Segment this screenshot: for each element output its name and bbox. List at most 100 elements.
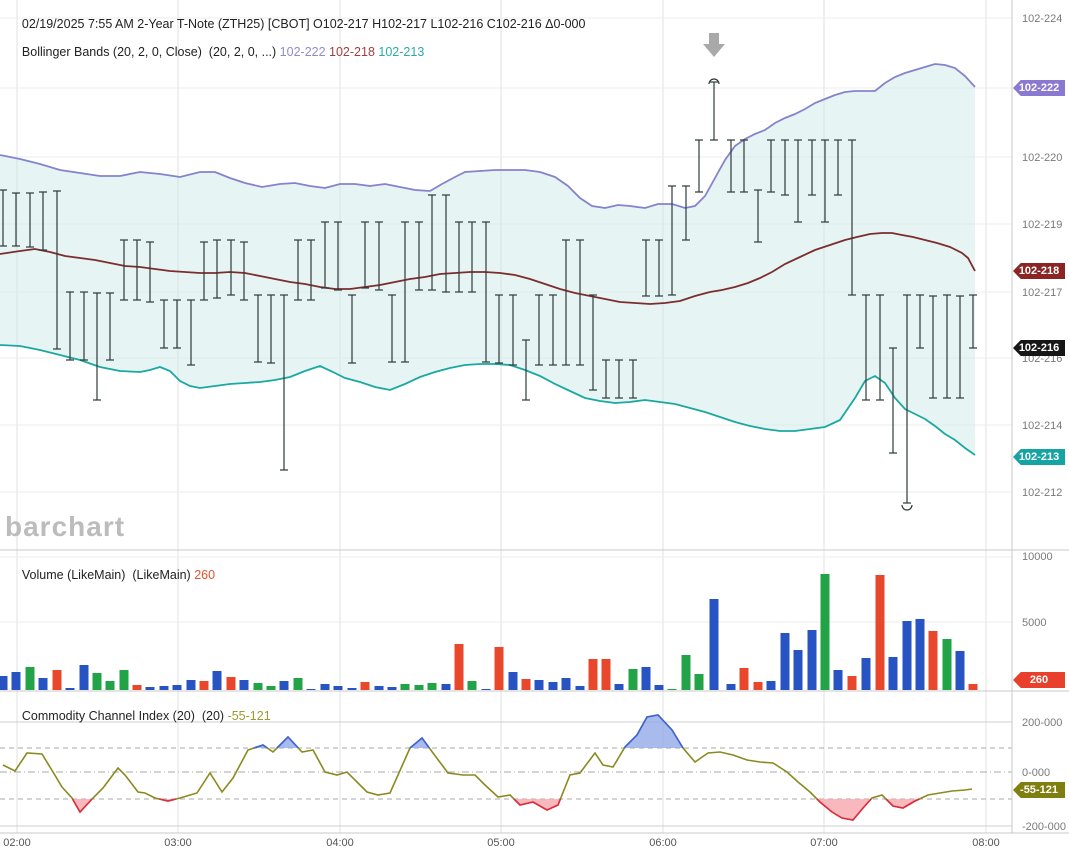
volume-bar xyxy=(655,685,664,690)
volume-label: Volume (LikeMain) (LikeMain) xyxy=(22,568,194,582)
volume-bar xyxy=(727,684,736,690)
volume-bar xyxy=(576,686,585,690)
volume-bar xyxy=(943,639,952,690)
volume-bar xyxy=(615,684,624,690)
bb-middle-value: 102-218 xyxy=(329,45,375,59)
time-axis-label: 06:00 xyxy=(649,837,677,849)
chart-title: 02/19/2025 7:55 AM 2-Year T-Note (ZTH25)… xyxy=(8,3,585,73)
volume-bar xyxy=(93,673,102,690)
volume-bar xyxy=(200,681,209,690)
volume-bar xyxy=(348,688,357,690)
volume-bar xyxy=(120,670,129,690)
right-axis-label: 10000 xyxy=(1022,551,1053,563)
volume-bar xyxy=(767,681,776,690)
volume-bar xyxy=(589,659,598,690)
volume-bar xyxy=(307,689,316,690)
right-axis-label: -200-000 xyxy=(1022,821,1066,833)
volume-bar xyxy=(862,658,871,690)
cci-label: Commodity Channel Index (20) (20) xyxy=(22,709,228,723)
volume-bar xyxy=(562,678,571,690)
indicator-label: Bollinger Bands (20, 2, 0, Close) (20, 2… xyxy=(22,45,280,59)
cci-zone-fill xyxy=(817,799,871,820)
volume-bar xyxy=(227,677,236,690)
cci-zone-fill xyxy=(277,737,298,748)
time-axis-label: 07:00 xyxy=(810,837,838,849)
volume-bar xyxy=(213,671,222,690)
volume-bar xyxy=(187,680,196,690)
bollinger-fill xyxy=(0,64,975,455)
volume-bar xyxy=(401,684,410,690)
time-axis-label: 03:00 xyxy=(164,837,192,849)
volume-bar xyxy=(388,687,397,690)
volume-bar xyxy=(929,631,938,690)
volume-bar xyxy=(889,657,898,690)
volume-bar xyxy=(146,687,155,690)
volume-bar xyxy=(535,680,544,690)
volume-bar xyxy=(267,686,276,690)
right-axis-label: 102-224 xyxy=(1022,13,1062,25)
volume-bar xyxy=(695,674,704,690)
volume-bar xyxy=(509,672,518,690)
price-badge: 102-222 xyxy=(1013,80,1065,96)
volume-bar xyxy=(26,667,35,690)
volume-bar xyxy=(495,647,504,690)
volume-value: 260 xyxy=(194,568,215,582)
volume-bar xyxy=(794,650,803,690)
volume-bar xyxy=(321,684,330,690)
volume-bar xyxy=(781,633,790,690)
volume-bar xyxy=(821,574,830,690)
volume-bar xyxy=(682,655,691,690)
volume-bar xyxy=(66,688,75,690)
price-badge: 260 xyxy=(1013,672,1065,688)
volume-bar xyxy=(629,669,638,690)
volume-panel-title: Volume (LikeMain) (LikeMain) 260 xyxy=(8,554,215,596)
volume-bar xyxy=(602,659,611,690)
down-arrow-icon[interactable] xyxy=(703,33,725,57)
volume-bar xyxy=(848,676,857,690)
right-axis-label: 200-000 xyxy=(1022,717,1062,729)
volume-bar xyxy=(876,575,885,690)
cci-value: -55-121 xyxy=(228,709,271,723)
volume-bar xyxy=(455,644,464,690)
barchart-logo: barchart xyxy=(5,511,125,543)
volume-bar xyxy=(133,685,142,690)
volume-bar xyxy=(903,621,912,690)
volume-bar xyxy=(12,672,21,690)
right-axis-label: 5000 xyxy=(1022,617,1046,629)
price-badge: 102-213 xyxy=(1013,449,1065,465)
cci-zone-fill xyxy=(624,715,683,748)
volume-bar xyxy=(280,681,289,690)
price-badge: 102-216 xyxy=(1013,340,1065,356)
volume-bar xyxy=(468,681,477,690)
volume-bar xyxy=(668,689,677,690)
volume-bar xyxy=(956,651,965,690)
volume-bar xyxy=(808,630,817,690)
volume-bar xyxy=(642,667,651,690)
price-badge: -55-121 xyxy=(1013,782,1065,798)
volume-bar xyxy=(834,670,843,690)
time-axis-label: 08:00 xyxy=(972,837,1000,849)
volume-bar xyxy=(375,686,384,690)
volume-bar xyxy=(39,678,48,690)
volume-bar xyxy=(254,683,263,690)
right-axis-label: 0-000 xyxy=(1022,767,1050,779)
volume-bar xyxy=(361,682,370,690)
cci-panel-title: Commodity Channel Index (20) (20) -55-12… xyxy=(8,695,271,737)
right-axis-label: 102-212 xyxy=(1022,487,1062,499)
bb-lower-value: 102-213 xyxy=(378,45,424,59)
volume-bar xyxy=(294,678,303,690)
right-axis-label: 102-214 xyxy=(1022,420,1062,432)
volume-bar xyxy=(240,680,249,690)
volume-bar xyxy=(740,668,749,690)
volume-bar xyxy=(442,684,451,690)
volume-bar xyxy=(428,683,437,690)
volume-bar xyxy=(969,684,978,690)
arc-marker-bottom[interactable] xyxy=(902,505,912,510)
volume-bar xyxy=(710,599,719,690)
volume-bar xyxy=(173,685,182,690)
bb-upper-value: 102-222 xyxy=(280,45,326,59)
right-axis-label: 102-217 xyxy=(1022,287,1062,299)
volume-bar xyxy=(53,670,62,690)
time-axis-label: 05:00 xyxy=(487,837,515,849)
volume-bar xyxy=(0,676,8,690)
